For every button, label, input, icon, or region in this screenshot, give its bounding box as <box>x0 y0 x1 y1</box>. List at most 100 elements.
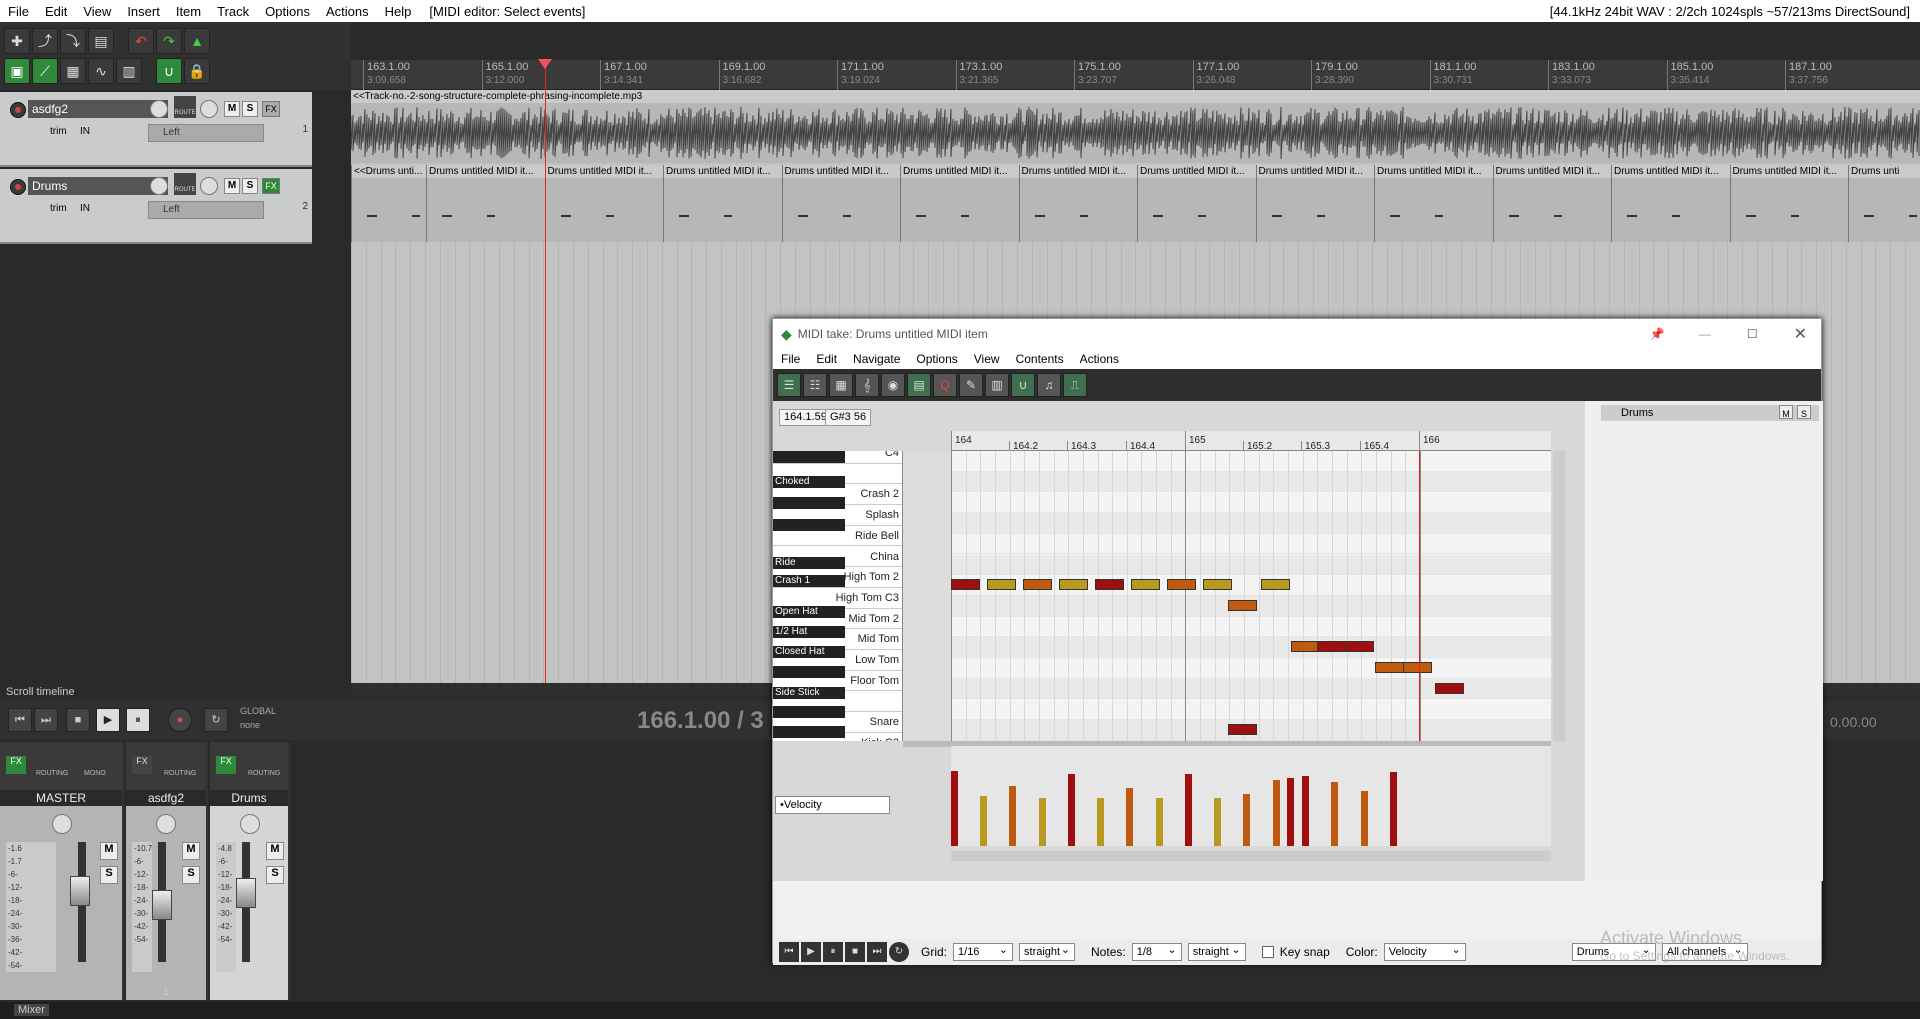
midi-note[interactable] <box>1203 579 1232 591</box>
velocity-lane[interactable] <box>951 746 1551 846</box>
midi-item[interactable]: Drums untitled MIDI it... <box>663 165 782 242</box>
midi-note[interactable] <box>1023 579 1052 591</box>
notes-select[interactable]: 1/8 <box>1131 942 1182 961</box>
velocity-bar[interactable] <box>951 771 958 846</box>
play-cursor-marker[interactable] <box>538 59 552 69</box>
mute-button[interactable]: M <box>266 842 284 860</box>
midi-note[interactable] <box>1131 579 1160 591</box>
draw-mode-icon[interactable]: ✎ <box>959 373 983 397</box>
pan-knob[interactable] <box>52 814 72 834</box>
midi-menu-contents[interactable]: Contents <box>1008 352 1072 366</box>
lock-icon[interactable]: 🔒 <box>184 58 210 84</box>
velocity-bar[interactable] <box>1068 774 1075 846</box>
midi-note[interactable] <box>1228 599 1257 611</box>
midi-menu-actions[interactable]: Actions <box>1072 352 1127 366</box>
route-button[interactable]: ROUTE <box>174 173 196 195</box>
volume-knob[interactable] <box>150 100 168 118</box>
piano-black-key[interactable]: Crash 1 <box>773 575 845 588</box>
velocity-bar[interactable] <box>1243 794 1250 846</box>
pause-button[interactable]: ⏸ <box>126 708 150 732</box>
volume-fader[interactable] <box>152 890 172 920</box>
solo-button[interactable]: S <box>100 866 118 884</box>
midi-menu-file[interactable]: File <box>773 352 808 366</box>
trim-label[interactable]: trim <box>50 203 67 214</box>
solo-button[interactable]: S <box>182 866 200 884</box>
menu-actions[interactable]: Actions <box>318 4 377 19</box>
stop-button[interactable]: ■ <box>66 708 90 732</box>
cc-lane-select[interactable]: •Velocity <box>775 796 890 814</box>
close-icon[interactable]: ✕ <box>1794 324 1807 344</box>
midi-item[interactable]: Drums untitled MIDI it... <box>1374 165 1493 242</box>
mute-button[interactable]: M <box>100 842 118 860</box>
mute-button[interactable]: M <box>224 178 240 194</box>
midi-stop-icon[interactable]: ■ <box>845 942 865 962</box>
grid-icon[interactable]: ▥ <box>985 373 1009 397</box>
event-list-icon[interactable]: ▦ <box>829 373 853 397</box>
record-arm-button[interactable] <box>10 102 26 118</box>
midi-item[interactable]: Drums untitled MIDI it... <box>1611 165 1730 242</box>
pin-icon[interactable]: 📌 <box>1650 327 1665 341</box>
piano-black-key[interactable] <box>773 726 845 739</box>
velocity-bar[interactable] <box>1185 774 1192 846</box>
piano-black-key[interactable]: Side Stick <box>773 686 845 699</box>
midi-item[interactable]: Drums untitled MIDI it... <box>426 165 545 242</box>
save-project-icon[interactable]: ⤵ <box>60 28 86 54</box>
midi-note[interactable] <box>1403 662 1432 673</box>
piano-black-key[interactable]: Open Hat <box>773 606 845 619</box>
fx-button[interactable]: FX <box>262 178 280 194</box>
midi-item[interactable]: Drums untitled MIDI it... <box>1255 165 1374 242</box>
midi-item[interactable]: Drums untitled MIDI it... <box>1729 165 1848 242</box>
velocity-bar[interactable] <box>1273 780 1280 846</box>
midi-item[interactable]: <<Drums unti... <box>351 165 426 242</box>
trim-label[interactable]: trim <box>50 126 67 137</box>
midi-item[interactable]: Drums untitled MIDI it... <box>1018 165 1137 242</box>
volume-fader[interactable] <box>70 876 90 906</box>
redo-icon[interactable]: ↷ <box>156 28 182 54</box>
snap-icon[interactable]: ∪ <box>1011 373 1035 397</box>
pan-knob[interactable] <box>200 100 218 118</box>
maximize-icon[interactable]: ☐ <box>1747 327 1758 341</box>
go-to-end-button[interactable]: ⏭ <box>34 708 58 732</box>
mute-button[interactable]: M <box>182 842 200 860</box>
mixer-tab[interactable]: Mixer <box>14 1004 49 1016</box>
velocity-bar[interactable] <box>1156 798 1163 846</box>
solo-button[interactable]: S <box>266 866 284 884</box>
piano-black-key[interactable]: Choked <box>773 475 845 488</box>
pan-knob[interactable] <box>200 177 218 195</box>
fx-button[interactable]: FX <box>262 101 280 117</box>
routing-button[interactable]: ROUTING <box>164 770 196 777</box>
color-select[interactable]: Velocity <box>1383 942 1466 961</box>
piano-black-key[interactable] <box>773 451 845 463</box>
midi-pause-icon[interactable]: ⏸ <box>823 942 843 962</box>
route-button[interactable]: ROUTE <box>174 96 196 118</box>
midi-note[interactable] <box>1345 641 1374 653</box>
velocity-bar[interactable] <box>1390 772 1397 846</box>
vertical-scrollbar[interactable] <box>1553 451 1565 741</box>
velocity-bar[interactable] <box>1361 791 1368 846</box>
solo-button[interactable]: S <box>242 101 258 117</box>
midi-track-row[interactable]: Drums M S <box>1601 405 1819 421</box>
midi-track-solo[interactable]: S <box>1797 405 1811 419</box>
piano-roll-icon[interactable]: ☰ <box>777 373 801 397</box>
mono-button[interactable]: MONO <box>84 770 106 777</box>
track-name[interactable]: Drums <box>28 177 168 195</box>
midi-note[interactable] <box>1435 682 1464 694</box>
midi-note[interactable] <box>1167 579 1196 591</box>
piano-black-key[interactable] <box>773 705 845 718</box>
midi-menu-view[interactable]: View <box>966 352 1008 366</box>
drum-icon[interactable]: ◉ <box>881 373 905 397</box>
midi-note[interactable] <box>1261 579 1290 591</box>
fx-button[interactable]: FX <box>216 756 236 774</box>
minimize-icon[interactable]: — <box>1699 327 1711 341</box>
fx-button[interactable]: FX <box>6 756 26 774</box>
velocity-bar[interactable] <box>1331 782 1338 846</box>
velocity-bar[interactable] <box>1126 788 1133 846</box>
audio-item[interactable]: <<Track-no.-2-song-structure-complete-ph… <box>351 90 1920 163</box>
velocity-bar[interactable] <box>1214 798 1221 846</box>
midi-track-mute[interactable]: M <box>1779 405 1793 419</box>
midi-go-start-icon[interactable]: ⏮ <box>779 942 799 962</box>
metronome-icon[interactable]: ▲ <box>184 28 210 54</box>
position-display[interactable]: 166.1.00 / 3 <box>637 707 764 735</box>
midi-note[interactable] <box>1228 724 1257 736</box>
midi-item[interactable]: Drums unti <box>1848 165 1920 242</box>
